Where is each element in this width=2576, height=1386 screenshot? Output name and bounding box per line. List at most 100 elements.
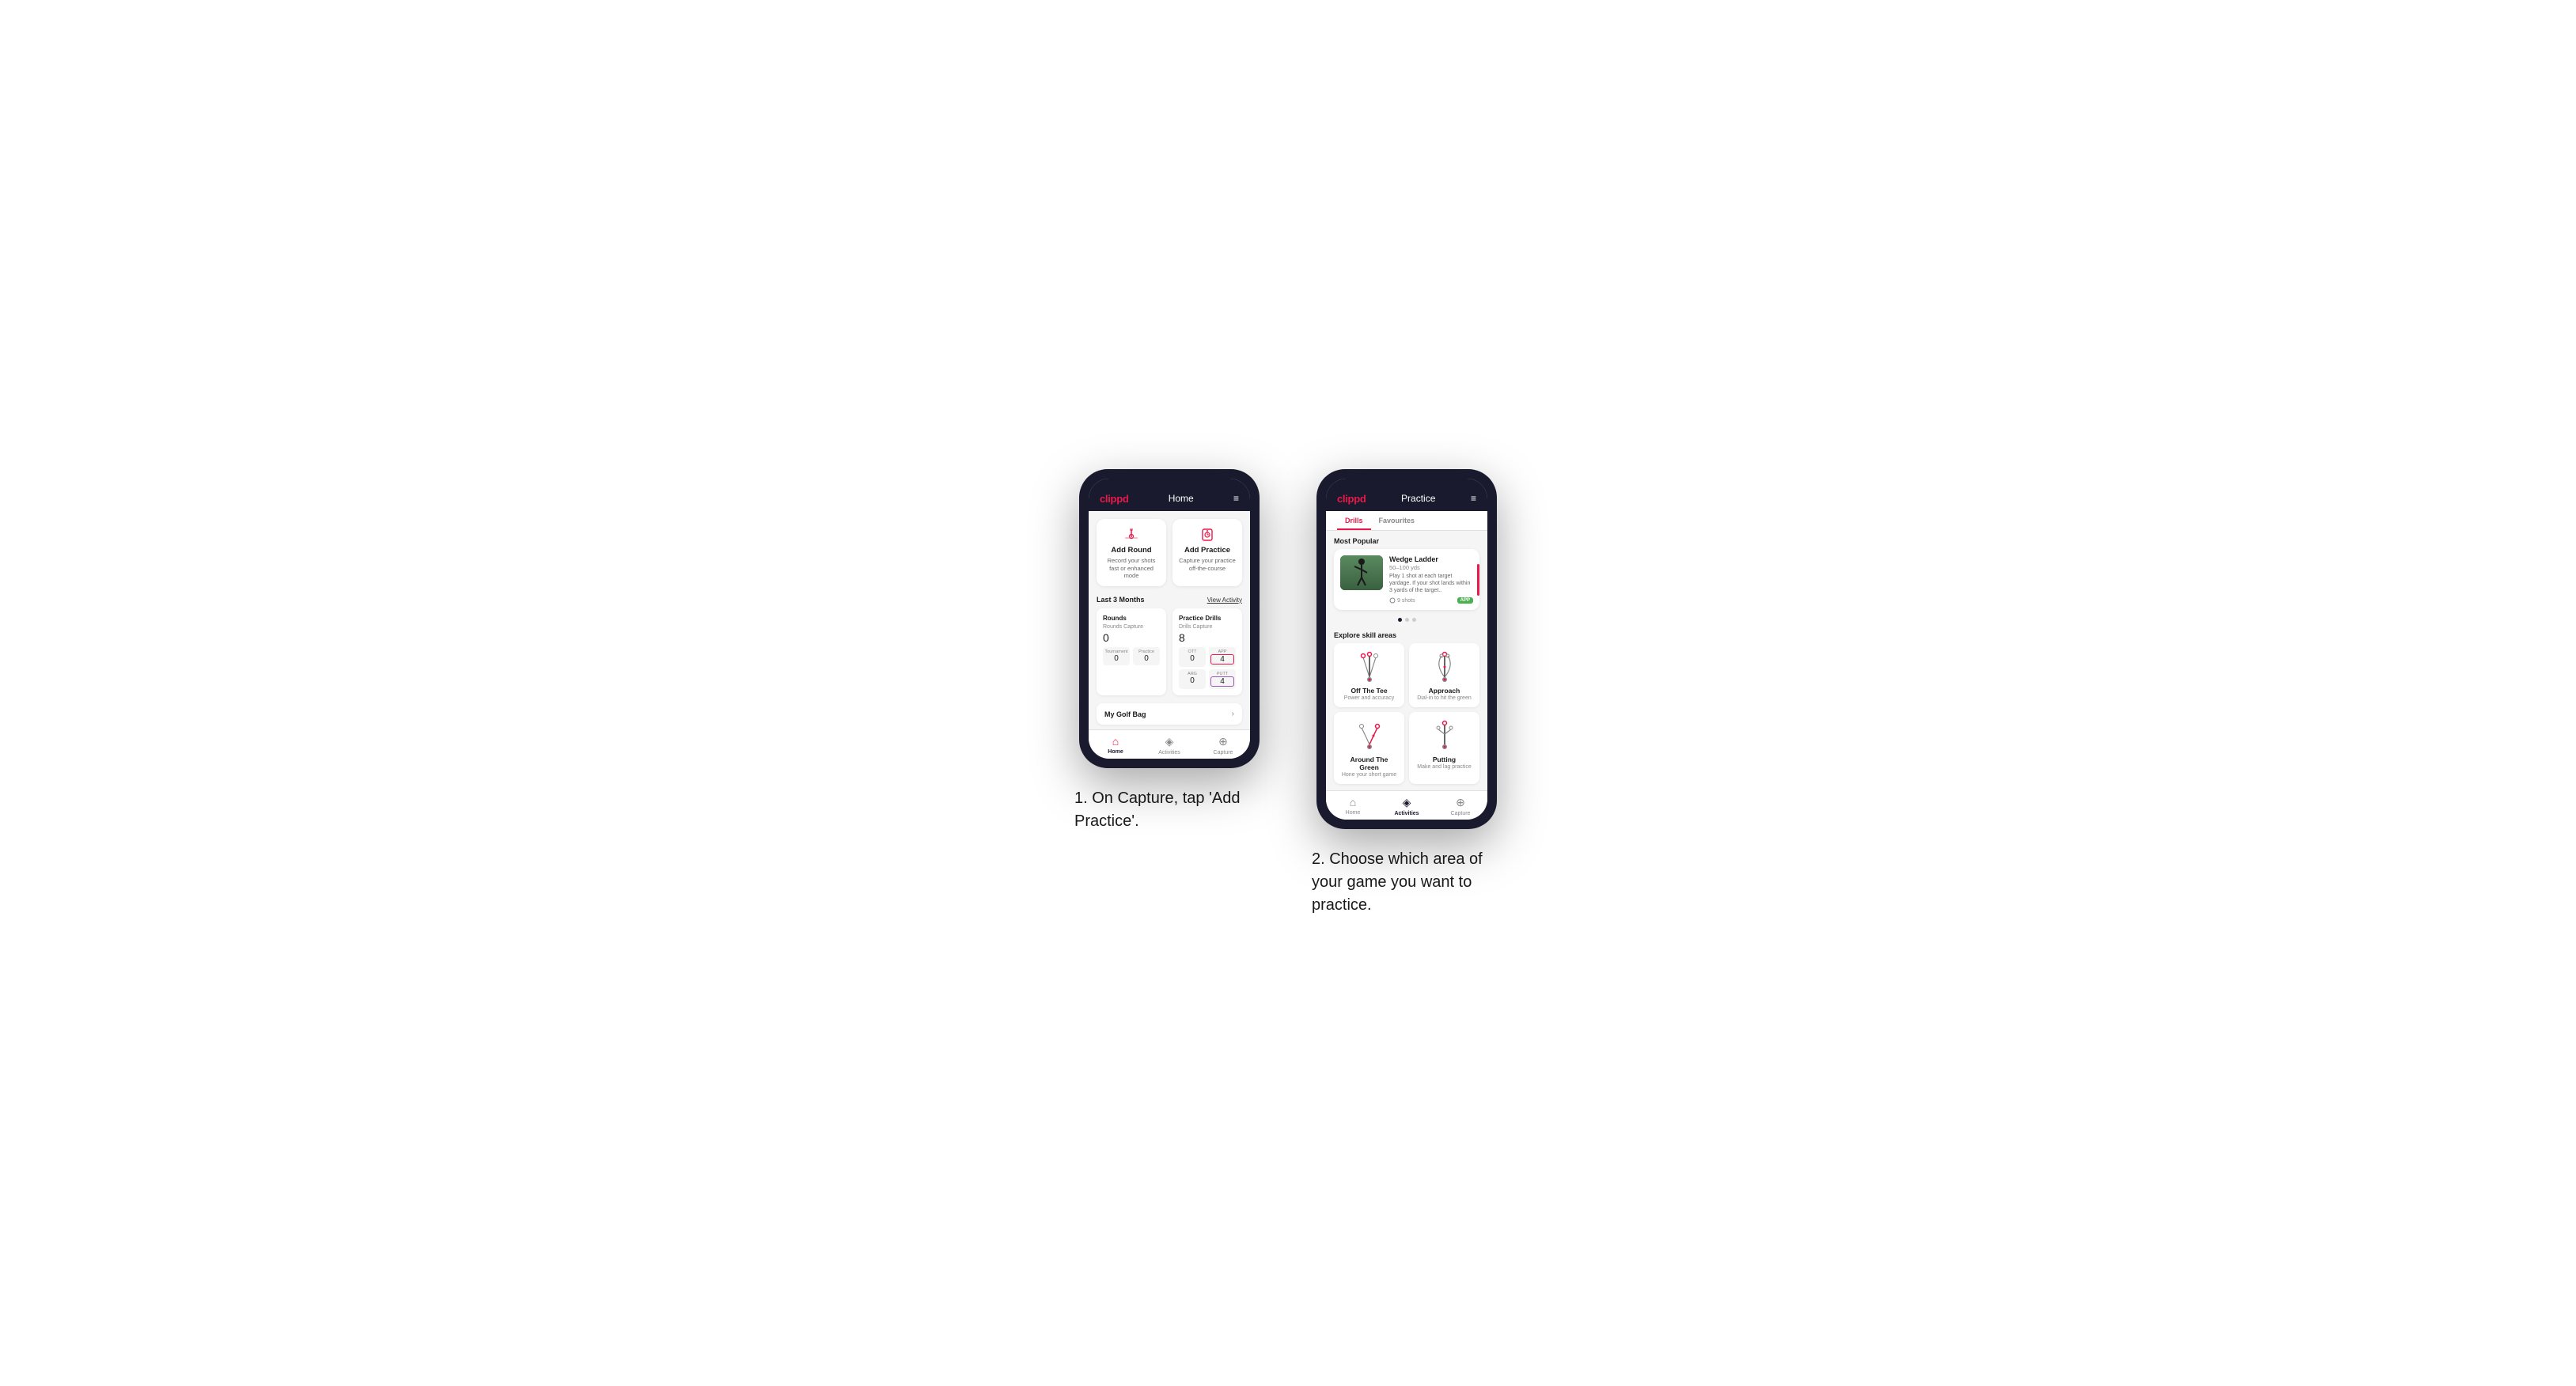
add-practice-card[interactable]: Add Practice Capture your practice off-t… bbox=[1172, 519, 1242, 586]
dot-2 bbox=[1405, 618, 1409, 622]
rounds-title: Rounds bbox=[1103, 615, 1160, 622]
phone2-screen: clippd Practice ≡ Drills Favourites Most… bbox=[1326, 479, 1487, 820]
most-popular-title: Most Popular bbox=[1326, 531, 1487, 549]
tabs-row: Drills Favourites bbox=[1326, 511, 1487, 531]
bottom-nav-1: ⌂ Home ◈ Activities ⊕ Capture bbox=[1089, 729, 1250, 759]
activities-icon-2: ◈ bbox=[1403, 796, 1411, 809]
nav-home-2[interactable]: ⌂ Home bbox=[1326, 796, 1380, 816]
putting-diagram bbox=[1427, 718, 1462, 753]
dot-3 bbox=[1412, 618, 1416, 622]
skill-around-green[interactable]: Around The Green Hone your short game bbox=[1334, 712, 1404, 784]
tournament-value: 0 bbox=[1104, 654, 1128, 663]
app-header-1: clippd Home ≡ bbox=[1089, 487, 1250, 511]
drills-sub-stats-2: ARG 0 PUTT 4 bbox=[1179, 669, 1236, 689]
drills-total: 8 bbox=[1179, 631, 1236, 644]
featured-footer: 9 shots APP bbox=[1389, 597, 1473, 604]
phone2-section: clippd Practice ≡ Drills Favourites Most… bbox=[1312, 469, 1502, 917]
golf-bag-label: My Golf Bag bbox=[1104, 710, 1146, 718]
app-value: 4 bbox=[1210, 654, 1234, 665]
app-badge: APP bbox=[1457, 597, 1473, 604]
atg-title: Around The Green bbox=[1340, 755, 1398, 771]
practice-value: 0 bbox=[1135, 654, 1158, 663]
add-round-desc: Record your shots fast or enhanced mode bbox=[1103, 557, 1160, 580]
featured-image bbox=[1340, 555, 1383, 590]
arg-stat: ARG 0 bbox=[1179, 669, 1206, 689]
stats-grid: Rounds Rounds Capture 0 Tournament 0 Pra… bbox=[1097, 608, 1242, 695]
scroll-bar bbox=[1477, 564, 1479, 596]
wedge-ladder-title: Wedge Ladder bbox=[1389, 555, 1473, 563]
stats-header: Last 3 Months View Activity bbox=[1097, 596, 1242, 604]
home-label-1: Home bbox=[1108, 749, 1123, 755]
add-practice-title: Add Practice bbox=[1184, 546, 1230, 555]
add-practice-icon bbox=[1199, 527, 1215, 543]
ott-diagram bbox=[1352, 649, 1387, 684]
skill-grid: Off The Tee Power and accuracy bbox=[1326, 643, 1487, 790]
drills-sub: Drills Capture bbox=[1179, 624, 1236, 630]
view-activity-link[interactable]: View Activity bbox=[1207, 596, 1242, 604]
featured-info: Wedge Ladder 50–100 yds Play 1 shot at e… bbox=[1389, 555, 1473, 604]
golf-bag-row[interactable]: My Golf Bag › bbox=[1097, 703, 1242, 725]
activities-label-2: Activities bbox=[1394, 811, 1419, 816]
drills-box: Practice Drills Drills Capture 8 OTT 0 A… bbox=[1172, 608, 1242, 695]
phone1: clippd Home ≡ bbox=[1079, 469, 1260, 768]
header-title-2: Practice bbox=[1401, 493, 1435, 504]
hamburger-icon-2[interactable]: ≡ bbox=[1471, 493, 1476, 504]
rounds-sub-stats: Tournament 0 Practice 0 bbox=[1103, 647, 1160, 665]
hamburger-icon-1[interactable]: ≡ bbox=[1233, 493, 1239, 504]
ott-stat: OTT 0 bbox=[1179, 647, 1206, 667]
phone1-screen: clippd Home ≡ bbox=[1089, 479, 1250, 759]
featured-card[interactable]: Wedge Ladder 50–100 yds Play 1 shot at e… bbox=[1334, 549, 1479, 610]
skill-putting[interactable]: Putting Make and lag practice bbox=[1409, 712, 1479, 784]
add-practice-desc: Capture your practice off-the-course bbox=[1179, 557, 1236, 573]
putt-value: 4 bbox=[1210, 676, 1234, 687]
phones-row: clippd Home ≡ bbox=[1074, 469, 1502, 917]
stats-section: Last 3 Months View Activity Rounds Round… bbox=[1089, 593, 1250, 700]
nav-capture-1[interactable]: ⊕ Capture bbox=[1196, 735, 1250, 755]
drills-sub-stats: OTT 0 APP 4 bbox=[1179, 647, 1236, 667]
skill-approach[interactable]: Approach Dial-in to hit the green bbox=[1409, 643, 1479, 707]
atg-desc: Hone your short game bbox=[1342, 772, 1396, 778]
clippd-logo-2: clippd bbox=[1337, 493, 1366, 505]
rounds-sub: Rounds Capture bbox=[1103, 624, 1160, 630]
tab-favourites[interactable]: Favourites bbox=[1371, 511, 1423, 530]
carousel-dots bbox=[1326, 615, 1487, 625]
nav-home-1[interactable]: ⌂ Home bbox=[1089, 735, 1142, 755]
nav-activities-2[interactable]: ◈ Activities bbox=[1380, 796, 1434, 816]
rounds-box: Rounds Rounds Capture 0 Tournament 0 Pra… bbox=[1097, 608, 1166, 695]
caption-1: 1. On Capture, tap 'Add Practice'. bbox=[1074, 787, 1264, 833]
nav-capture-2[interactable]: ⊕ Capture bbox=[1434, 796, 1487, 816]
home-icon-2: ⌂ bbox=[1350, 796, 1356, 808]
arg-value: 0 bbox=[1180, 676, 1204, 685]
putting-title: Putting bbox=[1433, 755, 1456, 763]
app-stat: APP 4 bbox=[1209, 647, 1236, 667]
ott-value: 0 bbox=[1180, 654, 1204, 663]
shots-badge: 9 shots bbox=[1389, 597, 1415, 604]
practice-stat: Practice 0 bbox=[1133, 647, 1160, 665]
add-round-icon bbox=[1123, 527, 1139, 543]
app-header-2: clippd Practice ≡ bbox=[1326, 487, 1487, 511]
stats-period: Last 3 Months bbox=[1097, 596, 1145, 604]
atg-diagram bbox=[1352, 718, 1387, 753]
wedge-ladder-yardage: 50–100 yds bbox=[1389, 564, 1473, 571]
tournament-stat: Tournament 0 bbox=[1103, 647, 1130, 665]
nav-activities-1[interactable]: ◈ Activities bbox=[1142, 735, 1196, 755]
home-label-2: Home bbox=[1346, 810, 1361, 816]
caption-2: 2. Choose which area of your game you wa… bbox=[1312, 848, 1502, 917]
phone2: clippd Practice ≡ Drills Favourites Most… bbox=[1316, 469, 1497, 829]
bottom-nav-2: ⌂ Home ◈ Activities ⊕ Capture bbox=[1326, 790, 1487, 820]
dot-1 bbox=[1398, 618, 1402, 622]
ott-title: Off The Tee bbox=[1351, 687, 1387, 695]
golf-bag-chevron: › bbox=[1232, 710, 1234, 718]
rounds-total: 0 bbox=[1103, 631, 1160, 644]
activities-label-1: Activities bbox=[1158, 750, 1180, 755]
add-round-card[interactable]: Add Round Record your shots fast or enha… bbox=[1097, 519, 1166, 586]
skill-off-the-tee[interactable]: Off The Tee Power and accuracy bbox=[1334, 643, 1404, 707]
header-title-1: Home bbox=[1169, 493, 1194, 504]
capture-icon-2: ⊕ bbox=[1456, 796, 1465, 809]
clippd-logo-1: clippd bbox=[1100, 493, 1128, 505]
tab-drills[interactable]: Drills bbox=[1337, 511, 1371, 530]
putt-stat: PUTT 4 bbox=[1209, 669, 1236, 689]
explore-title: Explore skill areas bbox=[1326, 625, 1487, 643]
status-bar-1 bbox=[1089, 479, 1250, 487]
drills-title: Practice Drills bbox=[1179, 615, 1236, 622]
